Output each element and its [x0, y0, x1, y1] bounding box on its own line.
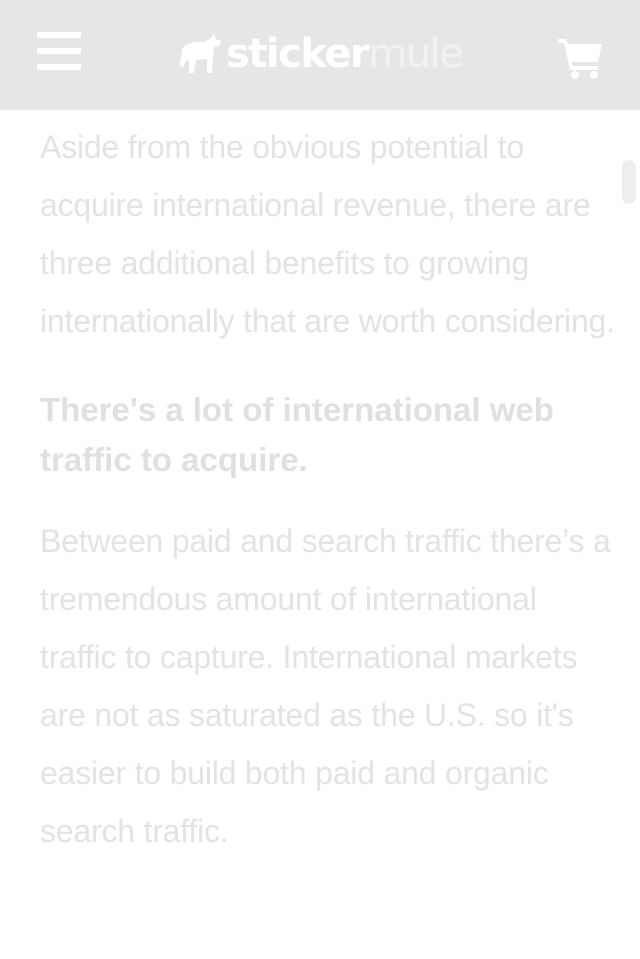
mule-icon	[180, 34, 221, 73]
hamburger-menu-icon[interactable]	[36, 30, 82, 74]
site-header: stickermule	[0, 0, 640, 110]
article-paragraph: Between paid and search traffic there’s …	[40, 523, 611, 849]
article-subheading: There's a lot of international web traff…	[40, 391, 554, 478]
logo-mule-text: mule	[368, 31, 464, 77]
scrollbar-thumb[interactable]	[622, 160, 636, 204]
page: stickermule Aside from the obvious poten…	[0, 0, 640, 959]
stickermule-logo[interactable]: stickermule	[178, 26, 464, 82]
article-body: Aside from the obvious potential to acqu…	[40, 118, 615, 860]
shopping-cart-icon[interactable]	[556, 34, 606, 80]
logo-wordmark: stickermule	[226, 31, 464, 77]
article-paragraph: Aside from the obvious potential to acqu…	[40, 129, 615, 339]
logo-sticker-text: sticker	[226, 31, 370, 77]
